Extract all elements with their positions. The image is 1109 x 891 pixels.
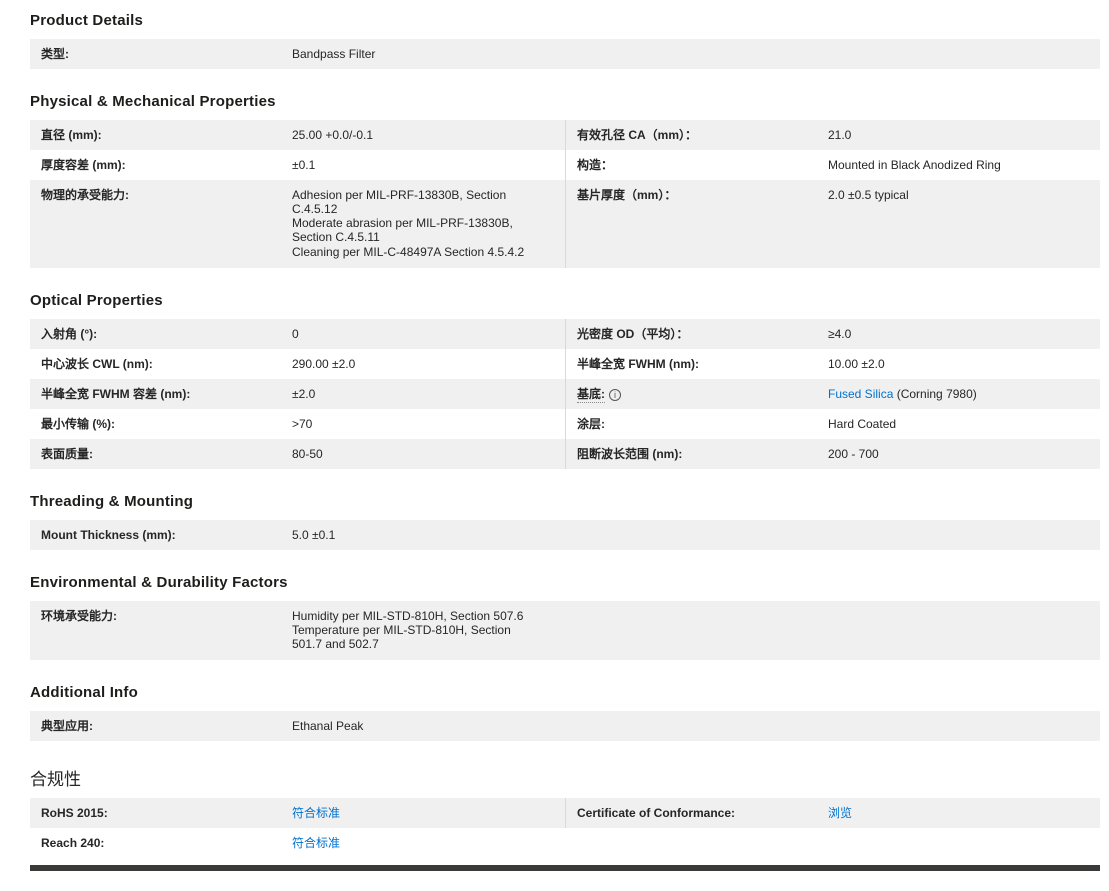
spec-label-blocking-range: 阻断波长范围 (nm):	[566, 447, 828, 461]
bottom-divider-bar	[30, 865, 1100, 871]
spec-value-mount-thickness: 5.0 ±0.1	[292, 528, 1100, 542]
fused-silica-link[interactable]: Fused Silica	[828, 387, 893, 401]
spec-value-construction: Mounted in Black Anodized Ring	[828, 158, 1100, 172]
spec-label-fwhm-tolerance: 半峰全宽 FWHM 容差 (nm):	[30, 387, 292, 401]
spec-value-physical-durability: Adhesion per MIL-PRF-13830B, Section C.4…	[292, 188, 565, 259]
spec-row-rohs-certificate: RoHS 2015: 符合标准 Certificate of Conforman…	[30, 798, 1100, 828]
spec-value-thickness-tolerance: ±0.1	[292, 158, 565, 172]
section-title-threading: Threading & Mounting	[30, 493, 1091, 510]
section-title-compliance: 合规性	[30, 765, 1091, 790]
spec-label-substrate: 基底:i	[566, 387, 828, 401]
spec-value-type: Bandpass Filter	[292, 47, 1100, 61]
physical-table: 直径 (mm): 25.00 +0.0/-0.1 有效孔径 CA（mm）： 21…	[30, 120, 1100, 268]
spec-row-typical-application: 典型应用: Ethanal Peak	[30, 711, 1100, 741]
section-title-environmental: Environmental & Durability Factors	[30, 574, 1091, 591]
spec-value-diameter: 25.00 +0.0/-0.1	[292, 128, 565, 142]
spec-label-clear-aperture: 有效孔径 CA（mm）：	[566, 128, 828, 142]
spec-label-diameter: 直径 (mm):	[30, 128, 292, 142]
spec-label-min-transmission: 最小传输 (%):	[30, 417, 292, 431]
spec-label-fwhm: 半峰全宽 FWHM (nm):	[566, 357, 828, 371]
compliance-table: RoHS 2015: 符合标准 Certificate of Conforman…	[30, 798, 1100, 858]
optical-table: 入射角 (°): 0 光密度 OD（平均）： ≥4.0 中心波长 CWL (nm…	[30, 319, 1100, 469]
spec-label-mount-thickness: Mount Thickness (mm):	[30, 528, 292, 542]
spec-label-certificate: Certificate of Conformance:	[566, 806, 828, 820]
spec-label-cwl: 中心波长 CWL (nm):	[30, 357, 292, 371]
threading-table: Mount Thickness (mm): 5.0 ±0.1	[30, 520, 1100, 550]
product-details-table: 类型: Bandpass Filter	[30, 39, 1100, 69]
spec-value-environmental-durability: Humidity per MIL-STD-810H, Section 507.6…	[292, 609, 1100, 651]
substrate-suffix: (Corning 7980)	[893, 387, 976, 401]
spec-value-surface-quality: 80-50	[292, 447, 565, 461]
spec-value-typical-application: Ethanal Peak	[292, 719, 1100, 733]
spec-row-transmission-coating: 最小传输 (%): >70 涂层: Hard Coated	[30, 409, 1100, 439]
section-title-optical: Optical Properties	[30, 292, 1091, 309]
spec-row-quality-blocking: 表面质量: 80-50 阻断波长范围 (nm): 200 - 700	[30, 439, 1100, 469]
product-specs-page: Product Details 类型: Bandpass Filter Phys…	[0, 0, 1100, 891]
spec-row-reach: Reach 240: 符合标准	[30, 828, 1100, 858]
spec-value-optical-density: ≥4.0	[828, 327, 1100, 341]
spec-value-min-transmission: >70	[292, 417, 565, 431]
spec-label-reach: Reach 240:	[30, 836, 292, 850]
spec-label-thickness-tolerance: 厚度容差 (mm):	[30, 158, 292, 172]
spec-value-clear-aperture: 21.0	[828, 128, 1100, 142]
spec-value-coating: Hard Coated	[828, 417, 1100, 431]
spec-label-type: 类型:	[30, 47, 292, 61]
reach-compliant-link[interactable]: 符合标准	[292, 836, 340, 850]
spec-row-mount-thickness: Mount Thickness (mm): 5.0 ±0.1	[30, 520, 1100, 550]
spec-row-thickness-construction: 厚度容差 (mm): ±0.1 构造： Mounted in Black Ano…	[30, 150, 1100, 180]
spec-row-type: 类型: Bandpass Filter	[30, 39, 1100, 69]
spec-label-coating: 涂层:	[566, 417, 828, 431]
spec-value-blocking-range: 200 - 700	[828, 447, 1100, 461]
section-title-additional: Additional Info	[30, 684, 1091, 701]
section-title-physical: Physical & Mechanical Properties	[30, 93, 1091, 110]
spec-value-cwl: 290.00 ±2.0	[292, 357, 565, 371]
section-title-product-details: Product Details	[30, 12, 1091, 29]
spec-value-angle-of-incidence: 0	[292, 327, 565, 341]
spec-label-rohs: RoHS 2015:	[30, 806, 292, 820]
environmental-table: 环境承受能力: Humidity per MIL-STD-810H, Secti…	[30, 601, 1100, 660]
spec-value-fwhm-tolerance: ±2.0	[292, 387, 565, 401]
spec-label-environmental-durability: 环境承受能力:	[30, 609, 292, 623]
spec-label-construction: 构造：	[566, 158, 828, 172]
spec-row-cwl-fwhm: 中心波长 CWL (nm): 290.00 ±2.0 半峰全宽 FWHM (nm…	[30, 349, 1100, 379]
spec-row-fwhmtol-substrate: 半峰全宽 FWHM 容差 (nm): ±2.0 基底:i Fused Silic…	[30, 379, 1100, 409]
spec-label-typical-application: 典型应用:	[30, 719, 292, 733]
additional-table: 典型应用: Ethanal Peak	[30, 711, 1100, 741]
spec-value-substrate-thickness: 2.0 ±0.5 typical	[828, 188, 1100, 202]
spec-value-fwhm: 10.00 ±2.0	[828, 357, 1100, 371]
spec-value-substrate: Fused Silica (Corning 7980)	[828, 387, 1100, 401]
spec-label-substrate-thickness: 基片厚度（mm）：	[566, 188, 828, 202]
info-icon[interactable]: i	[609, 389, 621, 401]
spec-row-diameter-aperture: 直径 (mm): 25.00 +0.0/-0.1 有效孔径 CA（mm）： 21…	[30, 120, 1100, 150]
spec-label-surface-quality: 表面质量:	[30, 447, 292, 461]
spec-label-physical-durability: 物理的承受能力:	[30, 188, 292, 202]
spec-label-optical-density: 光密度 OD（平均）：	[566, 327, 828, 341]
spec-row-durability-substrate: 物理的承受能力: Adhesion per MIL-PRF-13830B, Se…	[30, 180, 1100, 268]
spec-label-angle-of-incidence: 入射角 (°):	[30, 327, 292, 341]
spec-row-aoi-od: 入射角 (°): 0 光密度 OD（平均）： ≥4.0	[30, 319, 1100, 349]
spec-row-environmental-durability: 环境承受能力: Humidity per MIL-STD-810H, Secti…	[30, 601, 1100, 660]
